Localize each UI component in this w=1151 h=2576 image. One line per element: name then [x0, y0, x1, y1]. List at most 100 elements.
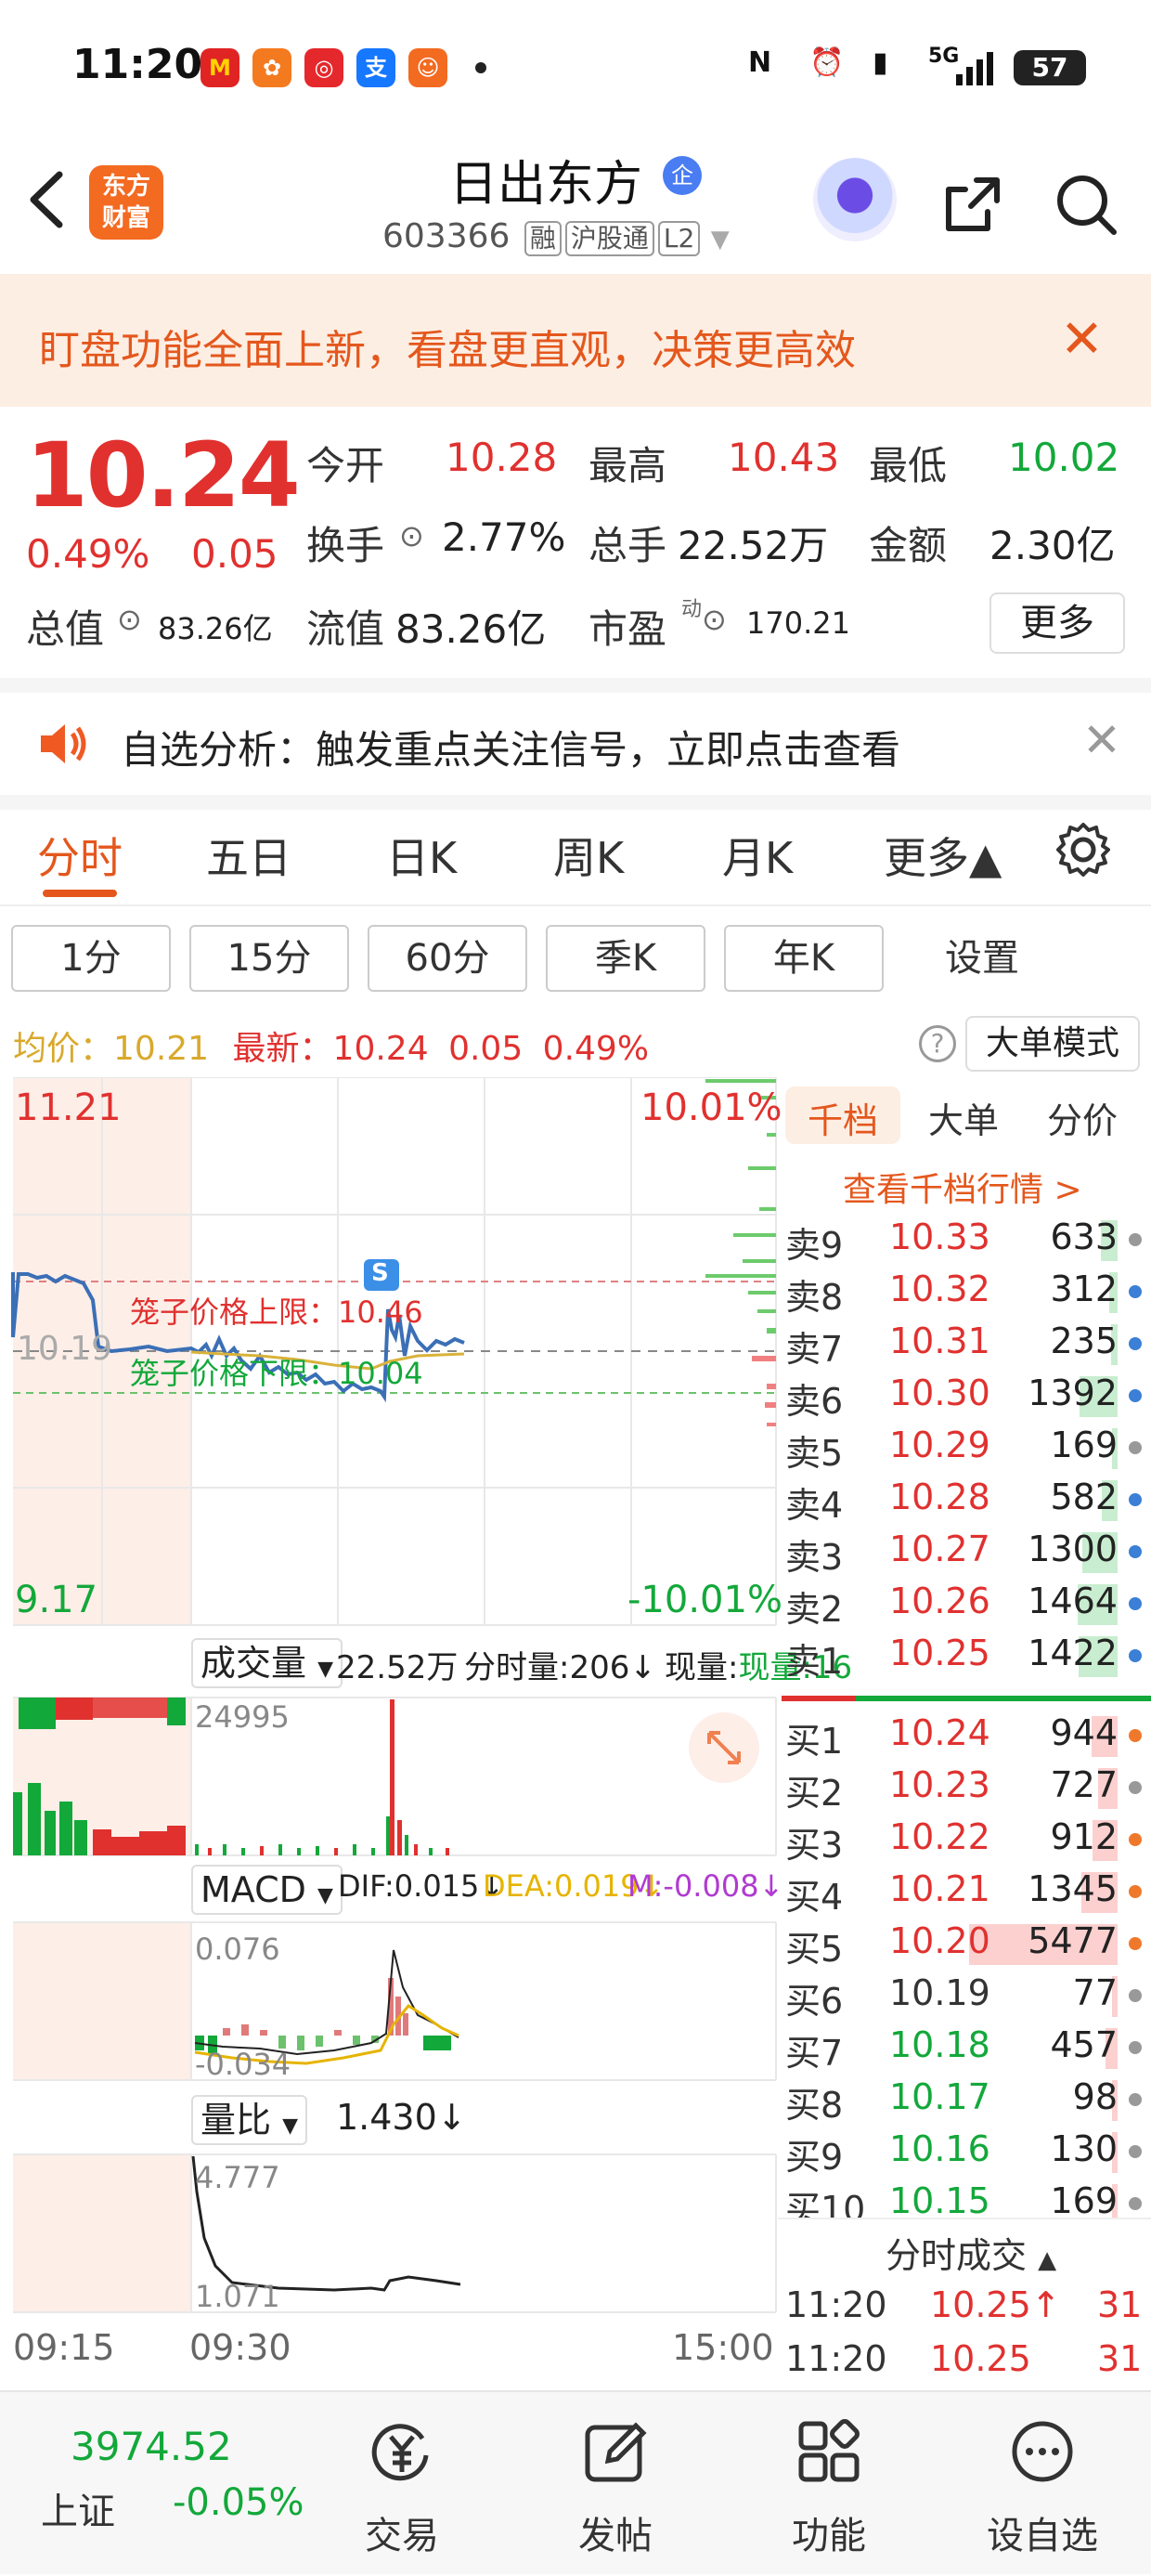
trades-panel: 分时成交 ▲ 11:20 10.25↑ 31 11:20 10.25 31: [778, 2218, 1151, 2387]
nav-functions[interactable]: 功能: [759, 2392, 899, 2576]
search-icon[interactable]: [1053, 171, 1119, 238]
ask-row[interactable]: 卖8 10.32 312: [778, 1265, 1151, 1318]
open-label: 今开: [306, 443, 385, 488]
low-label: 最低: [869, 443, 948, 488]
index-name[interactable]: 上证: [41, 2481, 115, 2535]
subtab-15min[interactable]: 15分: [189, 925, 349, 992]
bid-row[interactable]: 买9 10.16 130: [778, 2125, 1151, 2178]
level-label: 卖6: [785, 1381, 844, 1422]
help-icon[interactable]: ?: [919, 1025, 956, 1062]
divider: [0, 678, 1151, 693]
subtab-settings[interactable]: 设置: [902, 925, 1062, 992]
signal-icon: [956, 52, 993, 85]
more-button[interactable]: 更多: [989, 592, 1125, 654]
ellipsis-icon[interactable]: ⊙: [117, 602, 142, 637]
subtab-60min[interactable]: 60分: [368, 925, 527, 992]
ai-assistant-icon[interactable]: [813, 158, 897, 241]
nav-trade[interactable]: 交易: [332, 2392, 472, 2576]
trades-title[interactable]: 分时成交 ▲: [886, 2227, 1056, 2278]
big-order-mode-button[interactable]: 大单模式: [965, 1016, 1140, 1072]
bid-row[interactable]: 买6 10.19 77: [778, 1969, 1151, 2022]
bid-row[interactable]: 买1 10.24 944: [778, 1709, 1151, 1762]
share-icon[interactable]: [939, 171, 1006, 238]
macd-indicator-dropdown[interactable]: MACD ▼: [191, 1865, 343, 1915]
bid-row[interactable]: 买3 10.22 912: [778, 1813, 1151, 1866]
trade-time: 11:20: [785, 2338, 887, 2379]
stock-code: 603366: [382, 217, 511, 255]
subtab-year-k[interactable]: 年K: [724, 925, 884, 992]
level-label: 买2: [785, 1773, 844, 1814]
dropdown-triangle-icon: ▼: [710, 226, 730, 254]
level-label: 买9: [785, 2137, 844, 2178]
subtab-season-k[interactable]: 季K: [546, 925, 705, 992]
app-icon-2: ✿: [252, 48, 291, 87]
tab-monthly-k[interactable]: 月K: [722, 825, 793, 886]
level-label: 买7: [785, 2033, 844, 2074]
alarm-icon: ⏰: [809, 46, 845, 79]
stock-code-line[interactable]: 603366 融沪股通 L2 ▼: [382, 217, 730, 256]
level-price: 10.30: [889, 1373, 990, 1413]
close-icon[interactable]: ✕: [1082, 713, 1121, 767]
ask-row[interactable]: 卖3 10.27 1300: [778, 1525, 1151, 1578]
gear-icon[interactable]: [1053, 819, 1114, 880]
float-label: 流值: [306, 606, 385, 652]
tab-intraday[interactable]: 分时: [37, 825, 123, 886]
intraday-chart[interactable]: [0, 1077, 778, 2377]
volume-indicator-dropdown[interactable]: 成交量 ▼: [191, 1638, 343, 1688]
source-dot-icon: [1129, 1729, 1142, 1742]
subtab-1min[interactable]: 1分: [11, 925, 171, 992]
tab-daily-k[interactable]: 日K: [386, 825, 457, 886]
nav-post[interactable]: 发帖: [546, 2392, 685, 2576]
tab-more[interactable]: 更多▲: [884, 825, 1002, 886]
ellipsis-icon[interactable]: ⊙: [702, 602, 727, 637]
index-value[interactable]: 3974.52: [71, 2424, 232, 2469]
level-label: 买1: [785, 1721, 844, 1762]
trade-icon: [371, 2424, 429, 2481]
notice-bar[interactable]: 自选分析：触发重点关注信号，立即点击查看 ✕: [0, 693, 1151, 795]
ask-row[interactable]: 卖1 10.25 1422: [778, 1629, 1151, 1682]
back-icon[interactable]: [20, 167, 76, 232]
ask-row[interactable]: 卖9 10.33 633: [778, 1213, 1151, 1266]
level-volume: 912: [1050, 1816, 1118, 1857]
tab-five-day[interactable]: 五日: [206, 825, 291, 886]
s-marker-label: S: [371, 1259, 389, 1287]
ratio-indicator-dropdown[interactable]: 量比 ▼: [191, 2095, 308, 2145]
enterprise-badge: 企: [663, 156, 702, 195]
banner-text: 盯盘功能全面上新，看盘更直观，决策更高效: [39, 327, 856, 374]
level-volume: 582: [1050, 1477, 1118, 1517]
bid-row[interactable]: 买4 10.21 1345: [778, 1865, 1151, 1918]
source-dot-icon: [1129, 1597, 1142, 1610]
latest-label: 最新：: [232, 1030, 333, 1068]
pe-dynamic-sup: 动: [681, 598, 703, 621]
view-depth-link[interactable]: 查看千档行情 >: [843, 1163, 1082, 1211]
volume-total: 22.52万: [336, 1649, 459, 1686]
close-icon[interactable]: ✕: [1060, 309, 1104, 370]
ask-row[interactable]: 卖6 10.30 1392: [778, 1369, 1151, 1422]
chevron-down-icon: ▼: [317, 1884, 333, 1907]
nav-watchlist[interactable]: 设自选: [973, 2392, 1112, 2576]
source-dot-icon: [1129, 1937, 1142, 1950]
axis-bottom-price: 9.17: [15, 1579, 98, 1621]
ask-row[interactable]: 卖4 10.28 582: [778, 1473, 1151, 1526]
volume-value: 22.52万: [678, 523, 829, 568]
bid-row[interactable]: 买2 10.23 727: [778, 1761, 1151, 1814]
ellipsis-icon[interactable]: ⊙: [399, 518, 424, 553]
bid-row[interactable]: 买5 10.20 5477: [778, 1917, 1151, 1970]
volume-max-label: 24995: [195, 1699, 290, 1735]
bid-row[interactable]: 买7 10.18 457: [778, 2021, 1151, 2074]
nav-watchlist-label: 设自选: [987, 2515, 1098, 2557]
promo-banner[interactable]: 盯盘功能全面上新，看盘更直观，决策更高效 ✕: [0, 274, 1151, 407]
ask-row[interactable]: 卖2 10.26 1464: [778, 1577, 1151, 1630]
bid-row[interactable]: 买8 10.17 98: [778, 2073, 1151, 2126]
index-pct[interactable]: -0.05%: [173, 2481, 304, 2524]
ask-row[interactable]: 卖5 10.29 169: [778, 1421, 1151, 1474]
level-price: 10.32: [889, 1268, 990, 1309]
tab-depth[interactable]: 千档: [808, 1092, 878, 1143]
level-label: 卖4: [785, 1485, 844, 1526]
tab-price-distribution[interactable]: 分价: [1047, 1092, 1118, 1143]
volume-tick: 分时量:206↓: [464, 1649, 656, 1686]
ask-row[interactable]: 卖7 10.31 235: [778, 1317, 1151, 1370]
tab-big-orders[interactable]: 大单: [928, 1092, 999, 1143]
macd-dif: DIF:0.015↓: [338, 1868, 505, 1904]
tab-weekly-k[interactable]: 周K: [553, 825, 624, 886]
